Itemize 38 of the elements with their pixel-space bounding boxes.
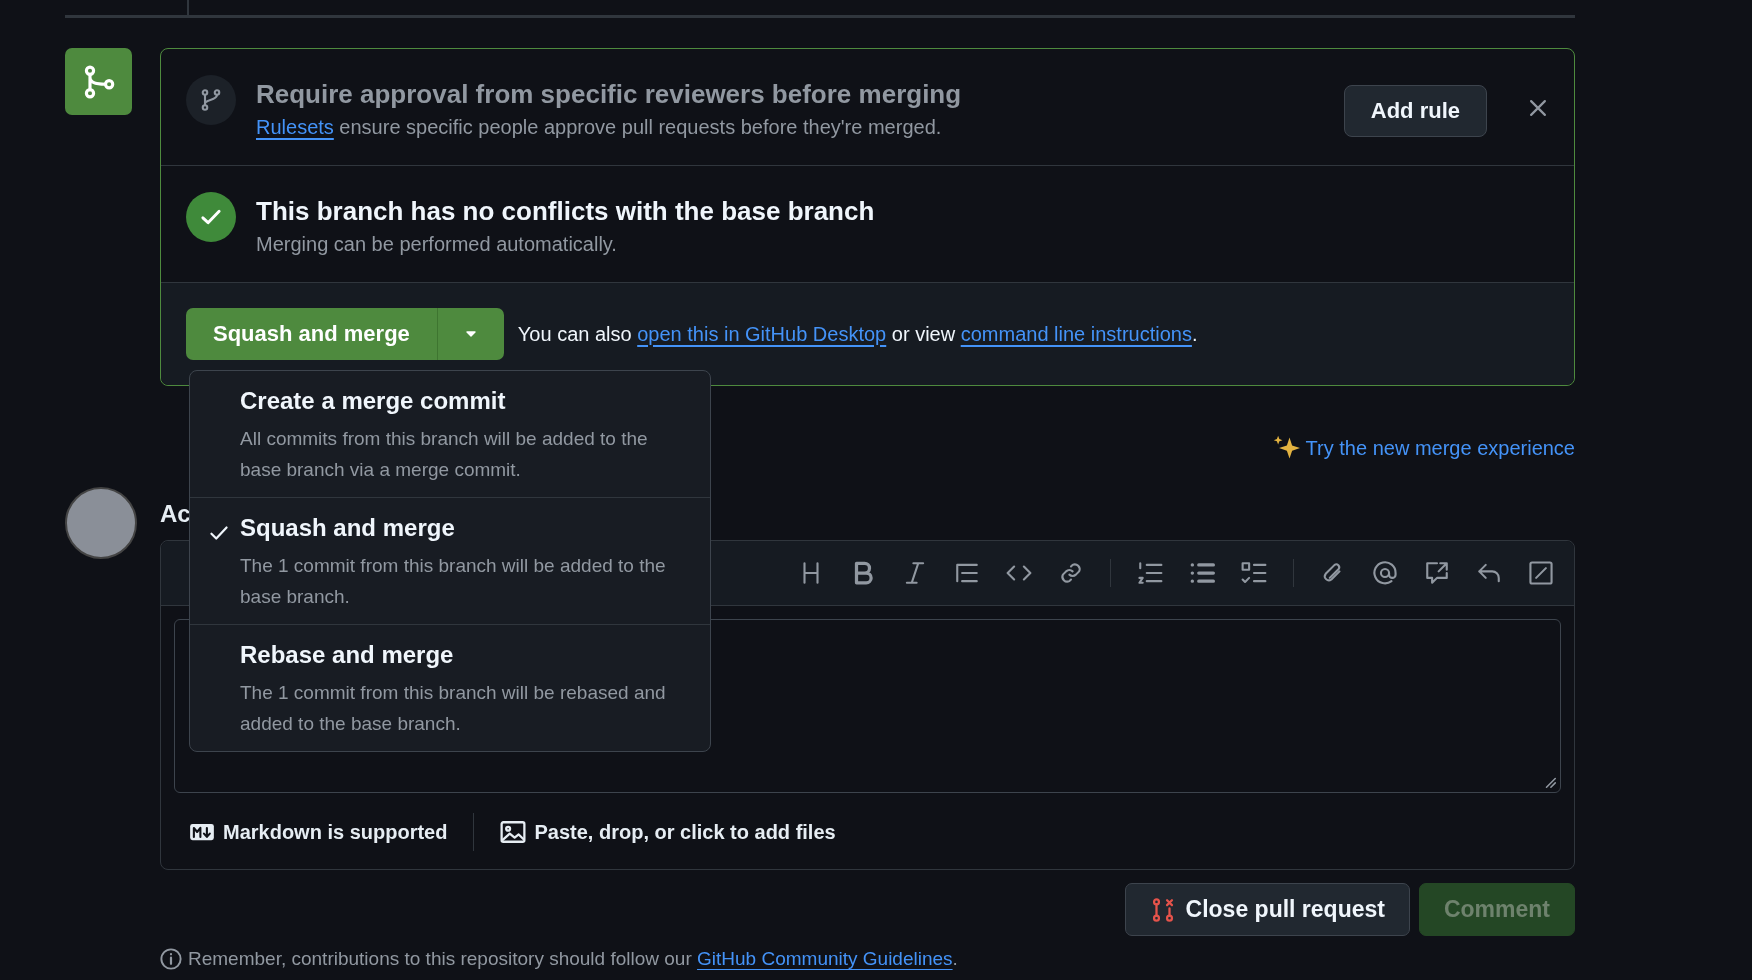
task-list-icon[interactable] <box>1241 560 1267 586</box>
markdown-note: Markdown is supported <box>223 820 448 844</box>
info-icon <box>160 948 182 970</box>
rule-description: Rulesets ensure specific people approve pull requests before they're merged. <box>256 116 943 139</box>
slash-square-icon[interactable] <box>1528 560 1554 586</box>
merge-hint-text: You can also open this in GitHub Desktop or view command line instructions. <box>517 322 1198 346</box>
status-subtitle: Merging can be performed automatically. <box>256 233 618 256</box>
close-pull-request-button[interactable]: Close pull request <box>1124 883 1410 936</box>
attach-files-note[interactable]: Paste, drop, or click to add files <box>534 820 836 844</box>
merge-option[interactable]: Squash and merge The 1 commit from this branch will be added to the base branch. <box>190 498 710 625</box>
option-title: Rebase and merge <box>240 641 455 669</box>
option-description: The 1 commit from this branch will be added to the base branch. <box>240 554 667 609</box>
link-icon[interactable] <box>1058 560 1084 586</box>
option-title: Create a merge commit <box>240 387 507 415</box>
new-merge-experience-link[interactable]: Try the new merge experience <box>1305 436 1575 460</box>
status-title: This branch has no conflicts with the base branch <box>256 196 876 227</box>
merge-option[interactable]: Rebase and merge The 1 commit from this branch will be rebased and added to the base branch. <box>190 625 710 751</box>
github-desktop-link[interactable]: open this in GitHub Desktop <box>637 322 887 345</box>
close-icon <box>1527 97 1549 119</box>
option-description: The 1 commit from this branch will be rebased and added to the base branch. <box>240 681 667 736</box>
comment-heading: Ac <box>160 500 191 528</box>
numbered-list-icon[interactable] <box>1137 560 1163 586</box>
merge-option[interactable]: Create a merge commit All commits from this branch will be added to the base branch via a merge commit. <box>190 371 710 498</box>
rule-title: Require approval from specific reviewers before merging <box>256 79 963 110</box>
command-line-link[interactable]: command line instructions <box>960 322 1192 345</box>
add-rule-button[interactable]: Add rule <box>1343 85 1487 137</box>
option-title: Squash and merge <box>240 514 456 542</box>
squash-merge-button[interactable]: Squash and merge <box>186 308 437 360</box>
rulesets-link[interactable]: Rulesets <box>256 116 334 138</box>
at-sign-icon[interactable] <box>1372 560 1398 586</box>
community-guidelines-link[interactable]: GitHub Community Guidelines <box>697 948 953 969</box>
image-icon <box>500 819 527 845</box>
option-description: All commits from this branch will be added to the base branch via a merge commit. <box>240 427 649 482</box>
bullet-list-icon[interactable] <box>1189 560 1215 586</box>
fork-icon <box>199 88 223 112</box>
speech-bubble-arrow-icon[interactable] <box>1424 560 1450 586</box>
resize-handle-icon <box>1543 775 1557 789</box>
guidelines-note: Remember, contributions to this repository should follow our GitHub Community Guidelines. <box>188 948 958 970</box>
